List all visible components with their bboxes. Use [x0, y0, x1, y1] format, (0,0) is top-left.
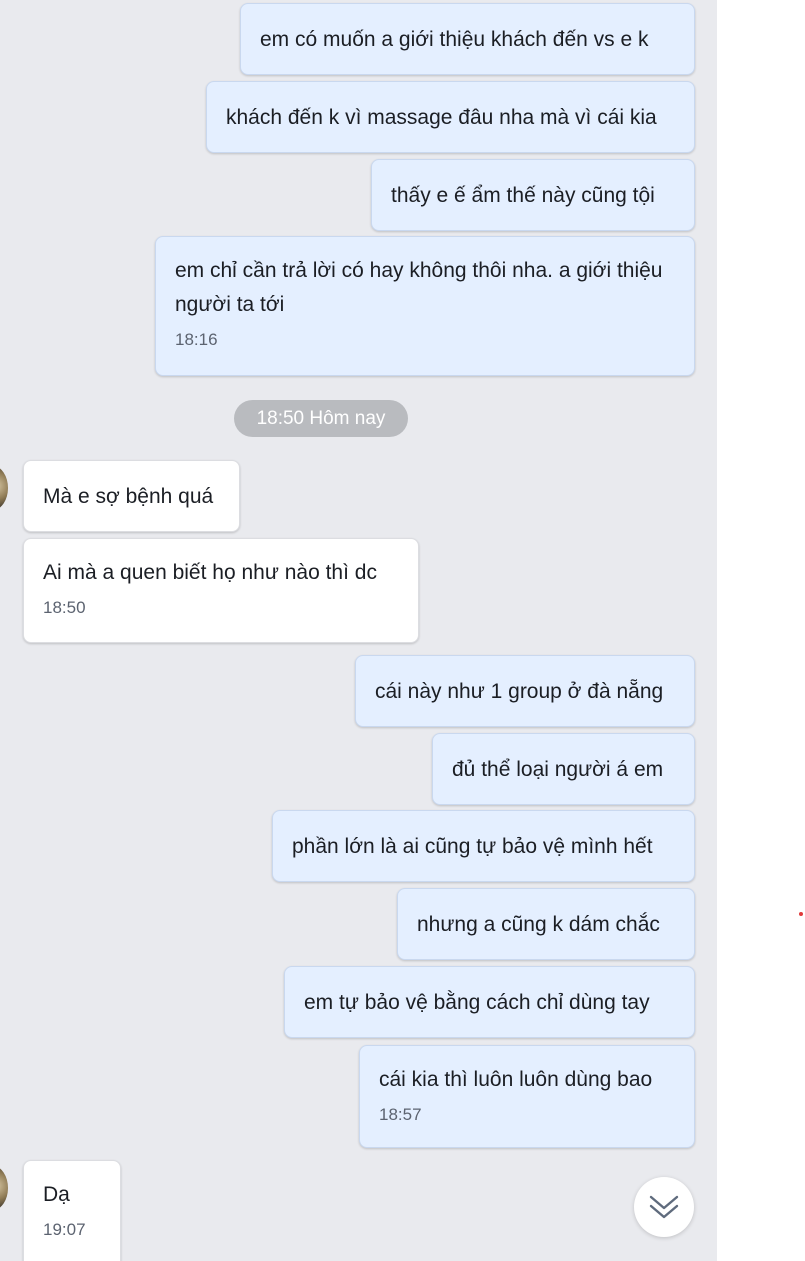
- message-outgoing[interactable]: phần lớn là ai cũng tự bảo vệ mình hết: [272, 810, 695, 882]
- message-text: nhưng a cũng k dám chắc: [417, 913, 660, 936]
- contact-avatar[interactable]: [0, 1166, 8, 1210]
- message-outgoing[interactable]: khách đến k vì massage đâu nha mà vì cái…: [206, 81, 695, 153]
- message-text: cái kia thì luôn luôn dùng bao: [379, 1068, 653, 1091]
- message-timestamp: 18:16: [175, 330, 218, 349]
- contact-avatar[interactable]: [0, 466, 8, 510]
- scroll-to-bottom-button[interactable]: [634, 1177, 694, 1237]
- message-incoming[interactable]: Dạ 19:07: [23, 1160, 121, 1261]
- message-outgoing[interactable]: thấy e ế ẩm thế này cũng tội: [371, 159, 695, 231]
- message-text: cái này như 1 group ở đà nẵng: [375, 680, 664, 703]
- indicator-dot: [799, 912, 803, 916]
- message-text: thấy e ế ẩm thế này cũng tội: [391, 184, 655, 207]
- message-outgoing[interactable]: đủ thể loại người á em: [432, 733, 695, 805]
- message-outgoing[interactable]: em chỉ cần trả lời có hay không thôi nha…: [155, 236, 695, 376]
- message-timestamp: 18:50: [43, 598, 86, 617]
- chat-pane: em có muốn a giới thiệu khách đến vs e k…: [0, 0, 717, 1261]
- message-outgoing[interactable]: em tự bảo vệ bằng cách chỉ dùng tay: [284, 966, 695, 1038]
- message-text: Dạ: [43, 1183, 70, 1206]
- message-incoming[interactable]: Mà e sợ bệnh quá: [23, 460, 240, 532]
- message-outgoing[interactable]: cái kia thì luôn luôn dùng bao 18:57: [359, 1045, 695, 1148]
- message-text: em chỉ cần trả lời có hay không thôi nha…: [175, 259, 663, 316]
- message-outgoing[interactable]: cái này như 1 group ở đà nẵng: [355, 655, 695, 727]
- message-incoming[interactable]: Ai mà a quen biết họ như nào thì dc 18:5…: [23, 538, 419, 643]
- message-text: Ai mà a quen biết họ như nào thì dc: [43, 561, 377, 584]
- message-text: em có muốn a giới thiệu khách đến vs e k: [260, 28, 649, 51]
- chevron-double-down-icon: [649, 1195, 679, 1219]
- message-outgoing[interactable]: em có muốn a giới thiệu khách đến vs e k: [240, 3, 695, 75]
- date-separator: 18:50 Hôm nay: [234, 400, 408, 437]
- message-outgoing[interactable]: nhưng a cũng k dám chắc: [397, 888, 695, 960]
- message-text: Mà e sợ bệnh quá: [43, 485, 214, 508]
- message-timestamp: 19:07: [43, 1220, 86, 1239]
- message-text: phần lớn là ai cũng tự bảo vệ mình hết: [292, 835, 653, 858]
- message-text: đủ thể loại người á em: [452, 758, 664, 781]
- message-timestamp: 18:57: [379, 1105, 422, 1124]
- right-panel: [717, 0, 805, 1261]
- message-text: khách đến k vì massage đâu nha mà vì cái…: [226, 106, 657, 129]
- message-text: em tự bảo vệ bằng cách chỉ dùng tay: [304, 991, 650, 1014]
